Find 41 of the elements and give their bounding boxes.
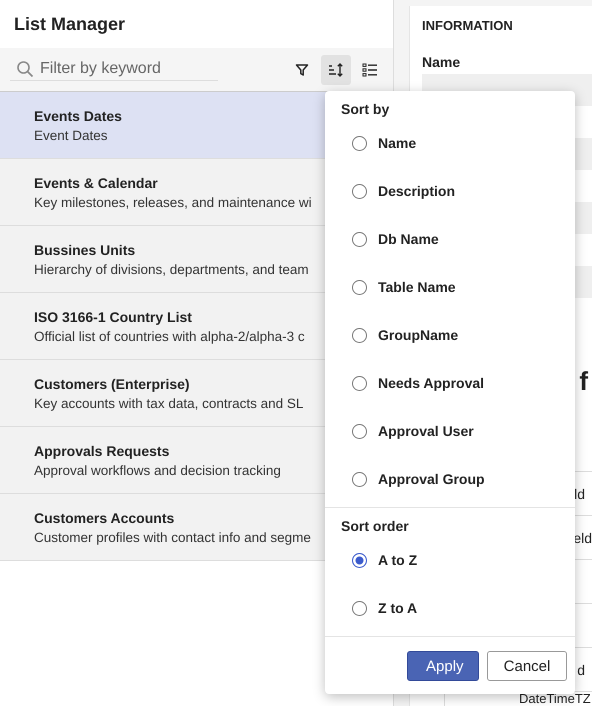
section-title: Sort by: [341, 101, 390, 117]
list-name: Customers Accounts: [34, 510, 174, 526]
list-description: Hierarchy of divisions, departments, and team: [34, 262, 309, 276]
radio-button[interactable]: [352, 280, 367, 294]
radio-button[interactable]: [352, 552, 367, 568]
filter-icon: [295, 62, 309, 76]
list-name: Customers (Enterprise): [34, 376, 190, 392]
option-label: Z to A: [378, 600, 418, 616]
radio-button[interactable]: [352, 376, 367, 390]
list-description: Official list of countries with alpha-2/alpha-3 c: [34, 328, 305, 344]
radio-button[interactable]: [352, 424, 367, 438]
field-label: Name: [422, 54, 460, 70]
list-description: Key milestones, releases, and maintenance wi: [34, 194, 312, 210]
list-description: Customer profiles with contact info and segme: [34, 530, 311, 544]
list-description: Key accounts with tax data, contracts and SL: [34, 396, 304, 410]
list-description: Approval workflows and decision tracking: [34, 462, 281, 478]
list-name: Approvals Requests: [34, 442, 170, 458]
radio-button[interactable]: [352, 472, 367, 486]
section-heading: INFORMATION: [422, 18, 513, 33]
sort-button[interactable]: [321, 54, 351, 84]
table-cell: ld: [574, 486, 585, 502]
radio-button[interactable]: [352, 600, 367, 616]
list-name: Bussines Units: [34, 242, 136, 258]
radio-button[interactable]: [352, 184, 367, 198]
radio-button[interactable]: [352, 232, 367, 246]
radio-button[interactable]: [352, 328, 367, 342]
radio-option[interactable]: Z to A: [341, 584, 418, 632]
radio-button[interactable]: [352, 136, 367, 150]
sort-icon: [328, 62, 344, 76]
search-icon: [16, 60, 34, 78]
list-name: Events Dates: [34, 108, 122, 124]
list-description: Event Dates: [34, 128, 108, 142]
text-fragment: f: [579, 366, 588, 397]
list-name: Events & Calendar: [34, 174, 158, 190]
table-cell: d: [577, 662, 585, 678]
app-title: List Manager: [14, 14, 126, 34]
list-icon: [362, 62, 378, 76]
apply-button[interactable]: Apply: [407, 651, 479, 681]
table-cell: DateTimeTZ: [519, 692, 591, 705]
cancel-button[interactable]: Cancel: [487, 651, 567, 681]
list-name: ISO 3166-1 Country List: [34, 308, 192, 324]
